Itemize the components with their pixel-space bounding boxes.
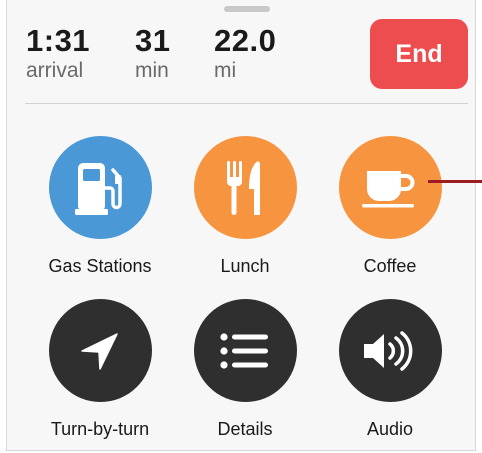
duration-stat: 31 min <box>135 24 170 84</box>
divider <box>25 103 468 104</box>
coffee-cup-icon <box>362 170 415 207</box>
details-circle[interactable] <box>193 299 297 402</box>
lunch-label: Lunch <box>220 256 270 276</box>
distance-unit: mi <box>214 59 237 82</box>
option-details[interactable]: Details <box>173 299 317 440</box>
distance-stat: 22.0 mi <box>214 24 276 84</box>
option-audio[interactable]: Audio <box>318 299 462 440</box>
option-gas-stations[interactable]: Gas Stations <box>28 136 172 277</box>
audio-label: Audio <box>366 419 414 439</box>
audio-circle[interactable] <box>338 299 442 402</box>
duration-value: 31 <box>135 23 171 58</box>
gas-pump-icon <box>75 162 122 215</box>
gas-stations-circle[interactable] <box>48 136 152 239</box>
list-icon <box>220 332 268 369</box>
gas-stations-label: Gas Stations <box>48 256 152 276</box>
option-turn-by-turn[interactable]: Turn-by-turn <box>28 299 172 440</box>
turn-by-turn-label: Turn-by-turn <box>50 419 150 439</box>
coffee-circle[interactable] <box>338 136 442 239</box>
drag-handle[interactable] <box>224 6 270 12</box>
end-route-button[interactable]: End <box>370 19 468 89</box>
coffee-label: Coffee <box>363 256 417 276</box>
duration-unit: min <box>135 59 169 82</box>
arrival-unit: arrival <box>26 59 84 82</box>
speaker-icon <box>364 330 413 371</box>
callout-pointer-line <box>428 180 482 183</box>
navigation-arrow-icon <box>81 332 118 370</box>
arrival-stat: 1:31 arrival <box>26 24 90 84</box>
arrival-time: 1:31 <box>26 23 91 58</box>
option-lunch[interactable]: Lunch <box>173 136 317 277</box>
details-label: Details <box>217 419 273 439</box>
option-coffee[interactable]: Coffee <box>318 136 462 277</box>
turn-by-turn-circle[interactable] <box>48 299 152 402</box>
distance-value: 22.0 <box>214 23 277 58</box>
lunch-circle[interactable] <box>193 136 297 239</box>
fork-knife-icon <box>227 160 260 215</box>
